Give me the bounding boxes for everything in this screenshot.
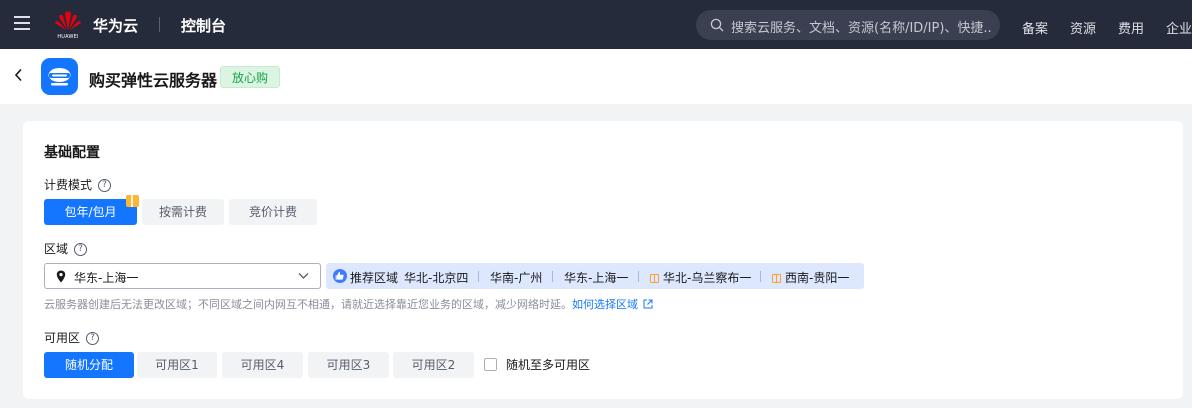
status-badge: 放心购 xyxy=(220,66,281,88)
billing-option-on-demand[interactable]: 按需计费 xyxy=(142,199,224,225)
top-bar: HUAWEI 华为云 控制台 搜索云服务、文档、资源(名称/ID/IP)、快捷.… xyxy=(0,0,1192,49)
region-option-shanghai1[interactable]: 华东-上海一 xyxy=(564,269,628,286)
separator xyxy=(638,271,639,282)
multi-az-label[interactable]: 随机至多可用区 xyxy=(506,356,590,373)
region-option-ulanqab1[interactable]: 华北-乌兰察布一 xyxy=(650,269,751,286)
separator xyxy=(478,271,479,282)
region-option-label: 华北-乌兰察布一 xyxy=(663,271,752,285)
gift-icon xyxy=(126,195,139,207)
region-hint: 云服务器创建后无法更改区域；不同区域之间内网互不相通，请就近选择靠近您业务的区域… xyxy=(44,296,653,312)
back-arrow-icon[interactable] xyxy=(14,68,24,82)
search-icon xyxy=(710,18,724,32)
separator xyxy=(552,271,553,282)
region-option-guiyang1[interactable]: 西南-贵阳一 xyxy=(772,269,849,286)
huawei-flower-icon xyxy=(55,11,81,31)
ecs-service-icon xyxy=(41,58,78,95)
az-option-1[interactable]: 可用区1 xyxy=(137,352,217,378)
section-title: 基础配置 xyxy=(44,145,100,161)
gift-icon xyxy=(650,274,659,283)
recommended-label: 推荐区域 xyxy=(350,271,399,285)
separator xyxy=(760,271,761,282)
region-label: 区域? xyxy=(44,240,88,257)
help-icon[interactable]: ? xyxy=(74,243,88,256)
menu-icon[interactable] xyxy=(14,16,30,30)
region-select[interactable]: 华东-上海一 xyxy=(44,263,321,289)
region-option-label: 西南-贵阳一 xyxy=(785,271,850,285)
help-icon[interactable]: ? xyxy=(98,179,112,192)
logo-text: HUAWEI xyxy=(57,34,79,40)
how-to-choose-region-link[interactable]: 如何选择区域 xyxy=(572,298,638,311)
nav-billing[interactable]: 费用 xyxy=(1118,18,1144,37)
billing-option-yearly[interactable]: 包年/包月 xyxy=(44,195,139,225)
az-option-random[interactable]: 随机分配 xyxy=(44,352,134,378)
help-icon[interactable]: ? xyxy=(86,332,100,345)
region-option-guangzhou[interactable]: 华南-广州 xyxy=(490,269,542,286)
huawei-logo[interactable]: HUAWEI xyxy=(54,10,82,40)
region-selected-value: 华东-上海一 xyxy=(74,271,139,285)
az-option-4[interactable]: 可用区4 xyxy=(222,352,303,378)
region-hint-text: 云服务器创建后无法更改区域；不同区域之间内网互不相通，请就近选择靠近您业务的区域… xyxy=(44,298,572,311)
chevron-down-icon xyxy=(298,273,309,279)
brand-name[interactable]: 华为云 xyxy=(93,15,138,36)
az-option-2[interactable]: 可用区2 xyxy=(393,352,474,378)
az-option-3[interactable]: 可用区3 xyxy=(308,352,389,378)
search-input[interactable]: 搜索云服务、文档、资源(名称/ID/IP)、快捷... xyxy=(731,17,993,36)
billing-mode-label: 计费模式? xyxy=(44,176,112,193)
multi-az-checkbox[interactable] xyxy=(484,358,497,371)
nav-enterprise[interactable]: 企业 xyxy=(1166,18,1192,37)
billing-option-spot[interactable]: 竞价计费 xyxy=(229,199,317,225)
billing-mode-label-text: 计费模式 xyxy=(44,178,93,192)
global-search[interactable]: 搜索云服务、文档、资源(名称/ID/IP)、快捷... xyxy=(696,10,1000,40)
billing-option-label: 包年/包月 xyxy=(64,205,117,219)
region-label-text: 区域 xyxy=(44,242,69,256)
nav-resources[interactable]: 资源 xyxy=(1070,18,1096,37)
page-header: 购买弹性云服务器 放心购 xyxy=(0,49,1192,104)
gift-icon xyxy=(772,274,781,283)
basic-config-card: 基础配置 计费模式? 包年/包月 按需计费 竞价计费 区域? 华东-上海一 推荐… xyxy=(23,121,1183,399)
divider xyxy=(159,17,160,32)
az-label-text: 可用区 xyxy=(44,331,81,345)
recommended-regions-bar: 推荐区域 华北-北京四 华南-广州 华东-上海一 华北-乌兰察布一 西南-贵阳一 xyxy=(326,263,864,289)
thumbs-up-glyph xyxy=(335,271,344,280)
external-link-icon[interactable] xyxy=(643,299,653,309)
server-icon xyxy=(48,68,71,86)
console-link[interactable]: 控制台 xyxy=(181,15,226,36)
nav-beian[interactable]: 备案 xyxy=(1022,18,1048,37)
region-option-beijing4[interactable]: 华北-北京四 xyxy=(404,269,468,286)
thumbs-up-icon xyxy=(333,269,347,283)
page-title: 购买弹性云服务器 xyxy=(89,71,218,90)
location-pin-icon xyxy=(56,270,66,283)
az-label: 可用区? xyxy=(44,329,100,346)
